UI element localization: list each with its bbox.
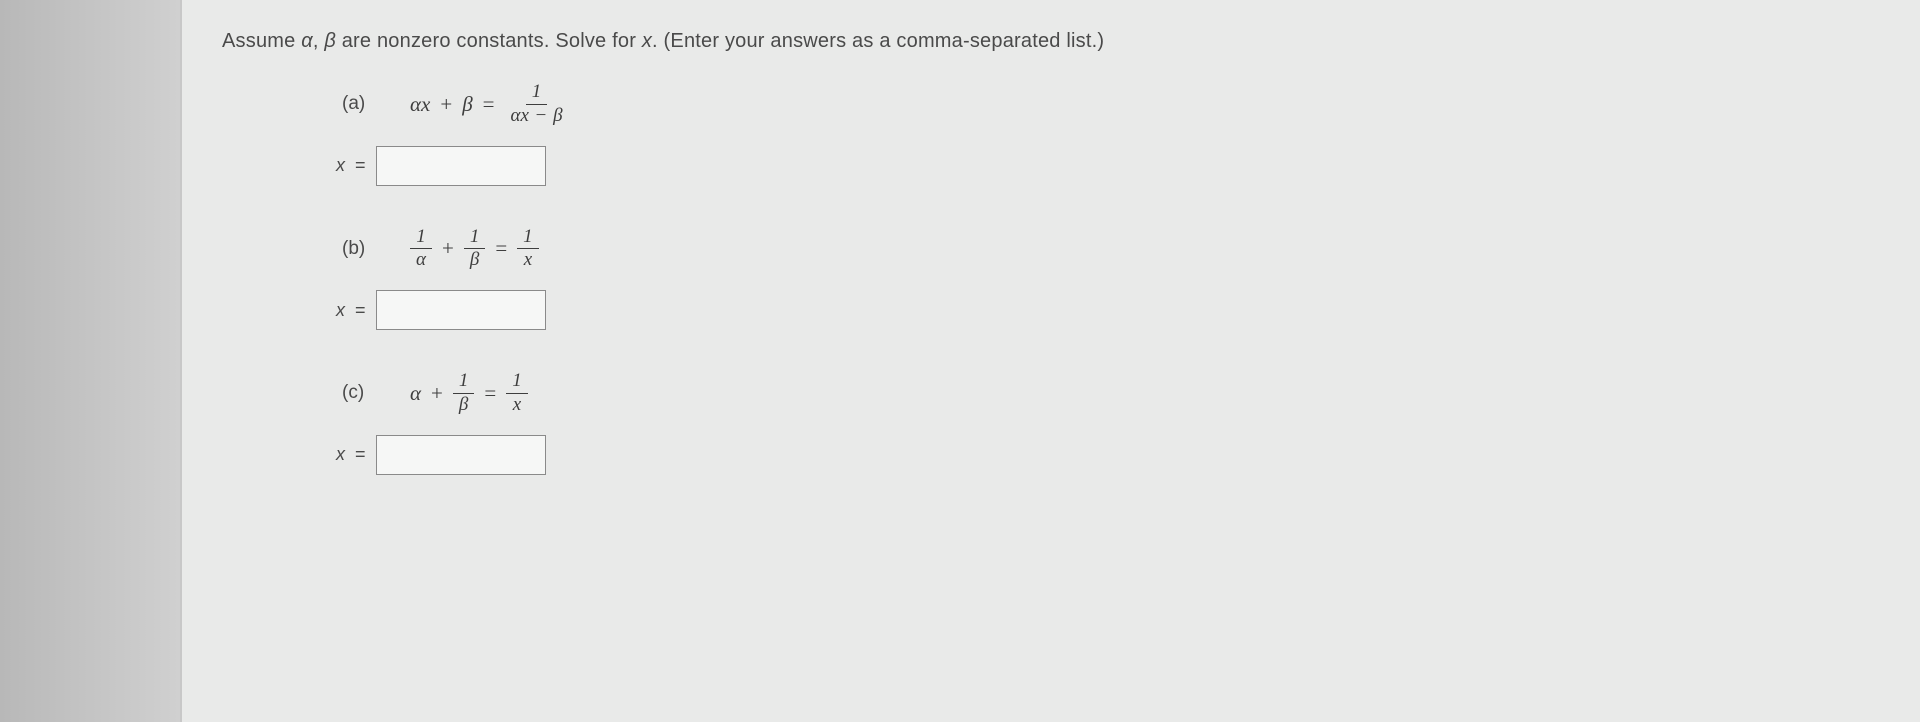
eq-a-rhs-fraction: 1 αx − β	[505, 81, 569, 128]
page-left-margin	[0, 0, 180, 722]
eq-c-f1-den: β	[453, 394, 474, 417]
prompt-text-post: . (Enter your answers as a comma-separat…	[652, 30, 1104, 52]
answer-c-input[interactable]	[376, 435, 546, 475]
eq-a-rhs-num: 1	[526, 81, 548, 105]
answer-b-input[interactable]	[376, 290, 546, 330]
eq-c-t1: α	[410, 381, 421, 406]
part-b: (b) 1 α + 1 β = 1 x	[342, 226, 1880, 331]
eq-a-rhs-den-t1: αx	[511, 105, 529, 126]
eq-b-f2-num: 1	[464, 226, 486, 250]
answer-b-var: x	[336, 300, 345, 321]
eq-c-f2: 1 x	[506, 370, 528, 417]
prompt-text-mid2: are nonzero constants. Solve for	[336, 30, 642, 52]
part-a-header: (a) αx + β = 1 αx − β	[342, 81, 1880, 128]
eq-b-f3-num: 1	[517, 226, 539, 250]
prompt-text-pre: Assume	[222, 30, 301, 52]
eq-c-f1: 1 β	[453, 370, 475, 417]
part-b-header: (b) 1 α + 1 β = 1 x	[342, 226, 1880, 273]
eq-a-equals: =	[481, 92, 497, 117]
answer-c-eq: =	[355, 444, 366, 465]
eq-b-f2: 1 β	[464, 226, 486, 273]
part-c-label: (c)	[342, 382, 378, 404]
part-c-equation: α + 1 β = 1 x	[410, 370, 528, 417]
eq-c-equals: =	[482, 381, 498, 406]
parts-container: (a) αx + β = 1 αx − β	[342, 81, 1880, 475]
part-a: (a) αx + β = 1 αx − β	[342, 81, 1880, 186]
part-c-answer-row: x =	[336, 435, 1880, 475]
part-a-answer-row: x =	[336, 146, 1880, 186]
eq-c-f2-num: 1	[506, 370, 528, 394]
answer-c-var: x	[336, 444, 345, 465]
eq-c-f2-den: x	[507, 394, 527, 417]
eq-b-f3: 1 x	[517, 226, 539, 273]
eq-a-lhs-t2: β	[462, 92, 472, 117]
answer-b-eq: =	[355, 300, 366, 321]
prompt-x: x	[642, 30, 652, 52]
part-c: (c) α + 1 β = 1 x x =	[342, 370, 1880, 475]
eq-b-plus: +	[440, 236, 456, 261]
eq-b-f1-den: α	[410, 249, 432, 272]
answer-a-var: x	[336, 155, 345, 176]
eq-a-rhs-den: αx − β	[505, 105, 569, 128]
part-c-header: (c) α + 1 β = 1 x	[342, 370, 1880, 417]
eq-a-lhs-t1: αx	[410, 92, 430, 117]
eq-b-f2-den: β	[464, 249, 485, 272]
answer-a-eq: =	[355, 155, 366, 176]
eq-a-rhs-den-t2: β	[553, 105, 562, 126]
eq-c-plus: +	[429, 381, 445, 406]
eq-b-f1-num: 1	[410, 226, 432, 250]
question-panel: Assume α, β are nonzero constants. Solve…	[180, 0, 1920, 722]
part-b-equation: 1 α + 1 β = 1 x	[410, 226, 539, 273]
eq-b-f3-den: x	[518, 249, 538, 272]
part-b-answer-row: x =	[336, 290, 1880, 330]
prompt-text-mid1: ,	[313, 30, 325, 52]
question-prompt: Assume α, β are nonzero constants. Solve…	[222, 30, 1880, 53]
part-b-label: (b)	[342, 238, 378, 260]
eq-b-equals: =	[493, 236, 509, 261]
eq-a-rhs-den-op: −	[534, 105, 549, 126]
eq-a-plus: +	[438, 92, 454, 117]
prompt-beta: β	[324, 30, 336, 52]
eq-b-f1: 1 α	[410, 226, 432, 273]
part-a-equation: αx + β = 1 αx − β	[410, 81, 569, 128]
answer-a-input[interactable]	[376, 146, 546, 186]
part-a-label: (a)	[342, 93, 378, 115]
eq-c-f1-num: 1	[453, 370, 475, 394]
prompt-alpha: α	[301, 30, 313, 52]
